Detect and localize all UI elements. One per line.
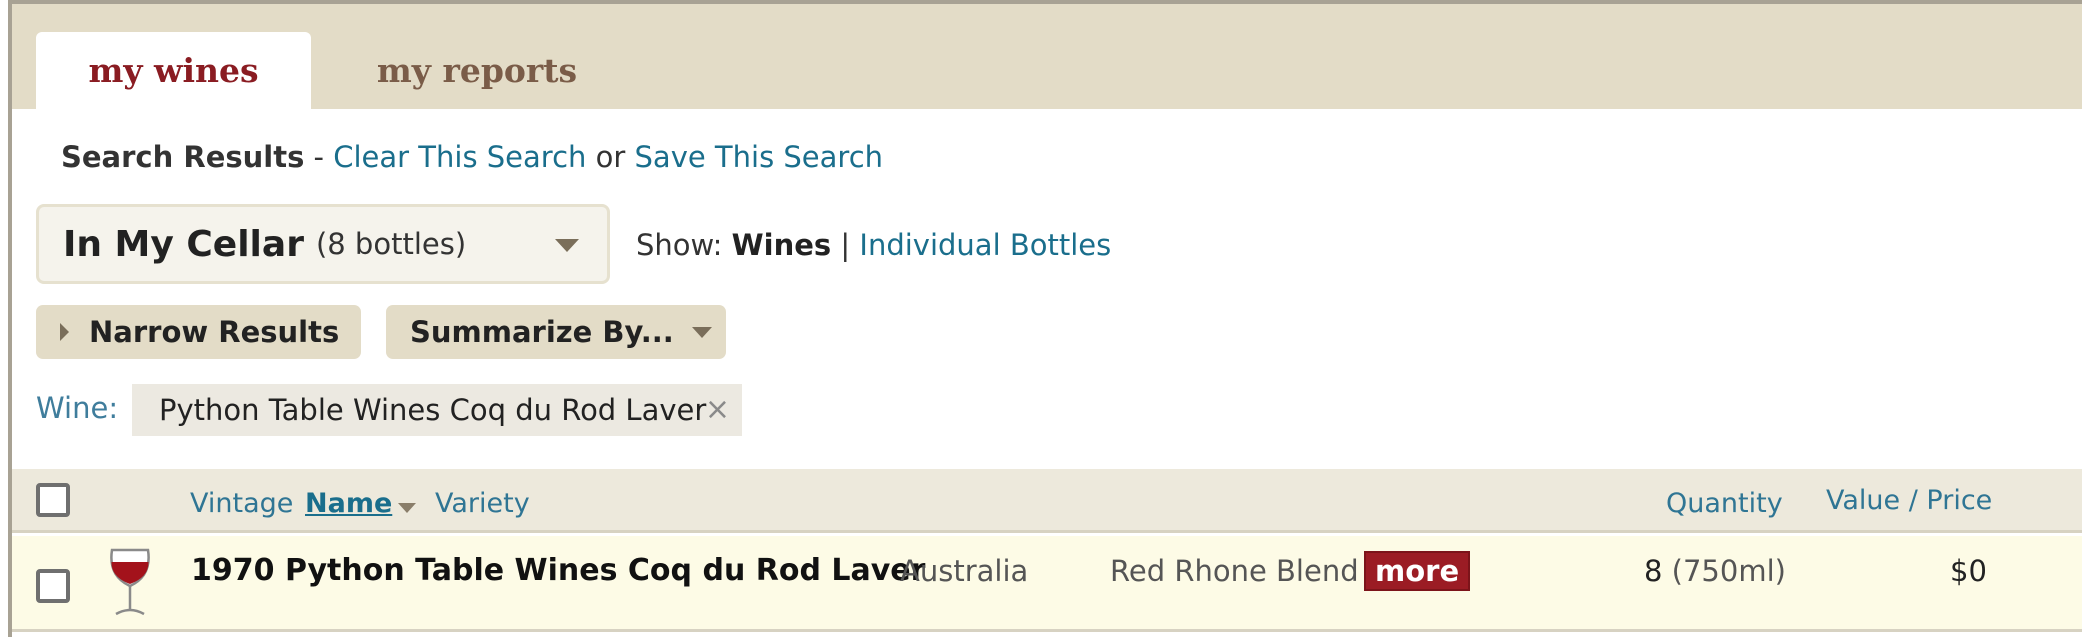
wine-filter-label: Wine:	[36, 391, 119, 425]
show-individual-bottles-link[interactable]: Individual Bottles	[859, 228, 1111, 262]
tab-bar: my wines my reports	[12, 4, 2082, 109]
save-search-link[interactable]: Save This Search	[635, 140, 884, 174]
wine-quantity: 8 (750ml)	[1644, 554, 1786, 588]
wine-name-link[interactable]: 1970 Python Table Wines Coq du Rod Laver	[191, 553, 925, 588]
show-label: Show:	[636, 228, 732, 262]
separator-dash: -	[304, 140, 334, 174]
column-value-price[interactable]: Value / Price	[1826, 485, 1992, 516]
wine-variety: Red Rhone Blend	[1110, 554, 1359, 588]
show-wines-current: Wines	[731, 228, 832, 262]
column-vintage[interactable]: Vintage	[190, 488, 293, 519]
column-variety[interactable]: Variety	[435, 488, 530, 519]
table-header: Vintage Name Variety Quantity Value / Pr…	[12, 469, 2082, 533]
wine-region: Australia	[900, 554, 1029, 588]
narrow-results-button[interactable]: Narrow Results	[36, 305, 361, 359]
cellar-view-label: In My Cellar	[63, 223, 304, 265]
summarize-by-label: Summarize By...	[410, 315, 674, 349]
column-quantity[interactable]: Quantity	[1666, 488, 1783, 519]
tab-my-reports[interactable]: my reports	[342, 32, 612, 109]
red-wine-glass-icon	[110, 548, 150, 616]
wine-value: $0	[1950, 554, 1987, 588]
show-separator: |	[831, 228, 860, 262]
wine-bottle-size: (750ml)	[1671, 554, 1786, 588]
close-icon[interactable]: ×	[705, 392, 730, 427]
select-all-checkbox[interactable]	[36, 483, 70, 517]
search-results-line: Search Results - Clear This Search or Sa…	[61, 140, 883, 174]
table-row[interactable]: 1970 Python Table Wines Coq du Rod Laver…	[12, 536, 2082, 632]
clear-search-link[interactable]: Clear This Search	[333, 140, 586, 174]
search-results-title: Search Results	[61, 140, 305, 174]
narrow-results-label: Narrow Results	[89, 315, 340, 349]
chevron-down-icon	[555, 239, 579, 252]
chevron-down-icon	[691, 326, 712, 338]
wine-filter-chip: Python Table Wines Coq du Rod Laver ×	[132, 384, 742, 436]
caret-right-icon	[60, 323, 69, 341]
more-button[interactable]: more	[1364, 551, 1471, 591]
show-toggle: Show: Wines | Individual Bottles	[636, 228, 1111, 262]
tab-my-wines[interactable]: my wines	[36, 32, 311, 109]
sort-desc-icon	[398, 502, 417, 513]
column-name[interactable]: Name	[305, 488, 417, 519]
or-text: or	[586, 140, 635, 174]
summarize-by-button[interactable]: Summarize By...	[386, 305, 726, 359]
row-checkbox[interactable]	[36, 569, 70, 603]
wine-filter-value: Python Table Wines Coq du Rod Laver	[159, 393, 707, 427]
cellar-view-dropdown[interactable]: In My Cellar (8 bottles)	[36, 204, 610, 284]
column-name-label[interactable]: Name	[305, 488, 392, 519]
wine-quantity-count: 8	[1644, 554, 1663, 588]
cellar-bottle-count: (8 bottles)	[315, 227, 467, 261]
